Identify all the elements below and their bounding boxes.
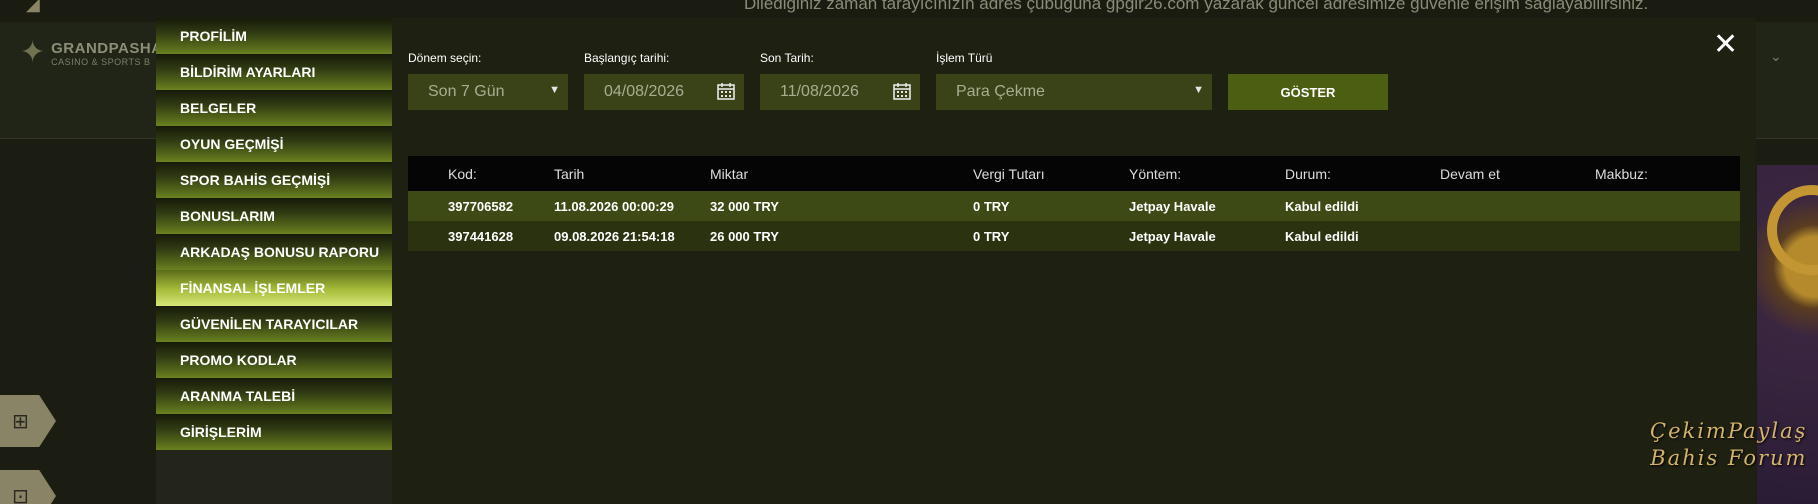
table-cell: 0 TRY	[973, 199, 1010, 214]
header-chevron-down-icon[interactable]: ⌄	[1770, 48, 1782, 65]
account-modal: PROFİLİM BİLDİRİM AYARLARI BELGELER OYUN GE…	[156, 18, 1756, 504]
table-cell: 397706582	[448, 199, 514, 214]
column-header[interactable]: Makbuz:	[1595, 166, 1648, 182]
end-date-label: Son Tarih:	[760, 51, 814, 65]
sidebar-item[interactable]: BONUSLARIM	[156, 198, 392, 234]
sidebar-item[interactable]: BELGELER	[156, 90, 392, 126]
sidebar-item[interactable]: GİRİŞLERİM	[156, 414, 392, 450]
column-header[interactable]: Vergi Tutarı	[973, 166, 1045, 182]
table-cell: 397441628	[448, 229, 514, 244]
account-sidebar: PROFİLİM BİLDİRİM AYARLARI BELGELER OYUN GE…	[156, 18, 392, 504]
transaction-type-value: Para Çekme	[956, 83, 1045, 100]
show-button[interactable]: GÖSTER	[1228, 74, 1388, 110]
table-row[interactable]: 397706582 11.08.2026 00:00:29 32 000 TRY 0 …	[408, 191, 1740, 221]
announcement-text: Dilediğiniz zaman tarayıcınızın adres çu…	[744, 0, 1649, 13]
gift-icon: ⊞	[12, 410, 29, 433]
chevron-down-icon: ▼	[549, 84, 560, 96]
table-row[interactable]: 397441628 09.08.2026 21:54:18 26 000 TRY 0 …	[408, 221, 1740, 251]
sidebar-item[interactable]: PROFİLİM	[156, 18, 392, 54]
logo-name: GRANDPASHA	[51, 39, 163, 57]
ticket-icon: ⊡	[12, 485, 29, 504]
sidebar-item[interactable]: ARANMA TALEBİ	[156, 378, 392, 414]
logo-star-icon: ✦	[20, 36, 46, 69]
table-cell: Kabul edildi	[1285, 229, 1359, 244]
table-header: Kod: Tarih Miktar Vergi Tutarı Yöntem: Durum:…	[408, 156, 1740, 191]
site-logo[interactable]: ✦ GRANDPASHA CASINO & SPORTS B	[20, 38, 163, 68]
column-header[interactable]: Yöntem:	[1129, 166, 1181, 182]
column-header[interactable]: Devam et	[1440, 166, 1500, 182]
calendar-icon[interactable]	[892, 81, 912, 101]
period-label: Dönem seçin:	[408, 51, 482, 65]
table-cell: Kabul edildi	[1285, 199, 1359, 214]
transaction-type-label: İşlem Türü	[936, 51, 993, 65]
table-cell: Jetpay Havale	[1129, 229, 1216, 244]
sidebar-item[interactable]: SPOR BAHİS GEÇMİŞİ	[156, 162, 392, 198]
column-header[interactable]: Kod:	[448, 166, 477, 182]
sidebar-item[interactable]: FİNANSAL İŞLEMLER	[156, 270, 392, 306]
logo-subtitle: CASINO & SPORTS B	[51, 56, 151, 67]
floating-gift-tab[interactable]: ⊞	[0, 395, 56, 447]
transaction-type-select[interactable]: Para Çekme ▼	[936, 74, 1212, 110]
watermark-line1: ÇekimPaylaş	[1650, 419, 1808, 443]
column-header[interactable]: Tarih	[554, 166, 584, 182]
menu-corner-icon[interactable]: ◢	[26, 0, 40, 15]
calendar-icon[interactable]	[716, 81, 736, 101]
sidebar-item[interactable]: BİLDİRİM AYARLARI	[156, 54, 392, 90]
start-date-label: Başlangıç tarihi:	[584, 51, 670, 65]
sidebar-item[interactable]: OYUN GEÇMİŞİ	[156, 126, 392, 162]
table-cell: 0 TRY	[973, 229, 1010, 244]
period-value: Son 7 Gün	[428, 83, 505, 100]
table-cell: Jetpay Havale	[1129, 199, 1216, 214]
end-date-value: 11/08/2026	[780, 83, 859, 100]
column-header[interactable]: Durum:	[1285, 166, 1331, 182]
financial-transactions-panel: Dönem seçin: Son 7 Gün ▼ Başlangıç tarih…	[408, 18, 1738, 504]
start-date-value: 04/08/2026	[604, 83, 685, 100]
floating-promo-tab[interactable]: ⊡	[0, 470, 56, 504]
sidebar-item[interactable]: GÜVENİLEN TARAYICILAR	[156, 306, 392, 342]
chevron-down-icon: ▼	[1193, 84, 1204, 96]
close-icon[interactable]: ✕	[1713, 30, 1738, 60]
forum-watermark: ÇekimPaylaş Bahis Forum	[1650, 418, 1807, 472]
table-cell: 11.08.2026 00:00:29	[554, 199, 674, 214]
end-date-input[interactable]: 11/08/2026	[760, 74, 920, 110]
start-date-input[interactable]: 04/08/2026	[584, 74, 744, 110]
table-cell: 09.08.2026 21:54:18	[554, 229, 675, 244]
sidebar-item[interactable]: ARKADAŞ BONUSU RAPORU	[156, 234, 392, 270]
watermark-line2: Bahis Forum	[1650, 446, 1808, 470]
table-cell: 32 000 TRY	[710, 199, 779, 214]
table-cell: 26 000 TRY	[710, 229, 779, 244]
column-header[interactable]: Miktar	[710, 166, 748, 182]
table-body: 397706582 11.08.2026 00:00:29 32 000 TRY 0 …	[408, 191, 1740, 251]
transactions-table: Kod: Tarih Miktar Vergi Tutarı Yöntem: Durum:…	[408, 156, 1740, 251]
sidebar-item[interactable]: PROMO KODLAR	[156, 342, 392, 378]
period-select[interactable]: Son 7 Gün ▼	[408, 74, 568, 110]
